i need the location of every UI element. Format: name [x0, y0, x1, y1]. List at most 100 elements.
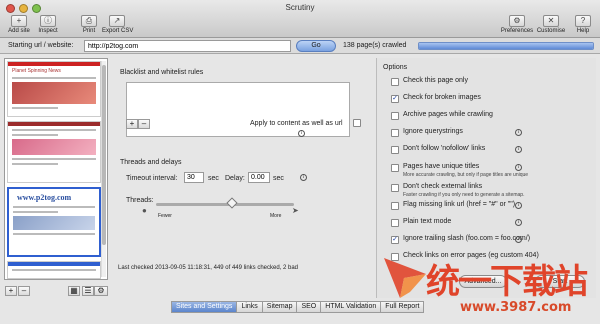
go-button[interactable]: Go — [296, 40, 336, 52]
info-icon[interactable]: i — [515, 236, 522, 243]
url-bar: Starting url / website: Go 138 page(s) c… — [0, 38, 600, 54]
preferences-button[interactable]: ⚙ Preferences — [500, 15, 534, 38]
threads-slider-knob[interactable] — [226, 197, 238, 209]
help-button[interactable]: ? Help — [568, 15, 598, 38]
help-icon: ? — [575, 15, 591, 27]
option-checkbox[interactable] — [391, 164, 399, 172]
fewer-label: Fewer — [158, 213, 172, 219]
preferences-icon: ⚙ — [509, 15, 525, 27]
title-toolbar: Scrutiny + Add site ⓘ Inspect ⎙ Print ↗ … — [0, 0, 600, 38]
tab-links[interactable]: Links — [237, 301, 263, 313]
option-checkbox[interactable] — [391, 202, 399, 210]
info-icon[interactable]: i — [300, 174, 307, 181]
export-csv-button[interactable]: ↗ Export CSV — [102, 15, 133, 38]
option-hint: Faster crawling if you only need to gene… — [403, 192, 525, 198]
option-checkbox[interactable] — [391, 78, 399, 86]
option-label: Archive pages while crawling — [403, 111, 493, 118]
option-label: Check for broken images — [403, 94, 481, 101]
option-hint: More accurate crawling, but only if page… — [403, 172, 529, 178]
sidebar-scroll-thumb[interactable] — [102, 65, 106, 245]
info-icon[interactable]: i — [515, 146, 522, 153]
option-checkbox[interactable] — [391, 146, 399, 154]
option-label: Pages have unique titles — [403, 163, 480, 170]
option-label: Plain text mode — [403, 218, 452, 225]
option-checkbox[interactable] — [391, 219, 399, 227]
delay-label: Delay: — [225, 175, 245, 182]
option-checkbox[interactable] — [391, 129, 399, 137]
threads-slider[interactable] — [156, 197, 294, 209]
add-site-button[interactable]: + Add site — [4, 15, 34, 38]
watermark-text: 统一下载站 — [426, 262, 588, 302]
crawl-progress-fill — [419, 43, 593, 49]
site-thumbnail[interactable] — [7, 261, 101, 279]
apply-content-label: Apply to content as well as url — [250, 120, 343, 127]
option-label: Ignore trailing slash (foo.com = foo.com… — [403, 235, 531, 242]
info-icon[interactable]: i — [515, 219, 522, 226]
info-icon[interactable]: i — [515, 164, 522, 171]
option-checkbox[interactable]: ✓ — [391, 95, 399, 103]
remove-site-small-button[interactable]: – — [18, 286, 30, 296]
watermark: 统一下载站 www.3987.com — [380, 248, 600, 324]
site-thumbnail[interactable] — [7, 121, 101, 183]
option-label: Check this page only — [403, 77, 468, 84]
delay-input[interactable] — [248, 172, 270, 183]
thumbnail-image — [13, 216, 95, 230]
tools-icon: ✕ — [543, 15, 559, 27]
add-site-small-button[interactable]: + — [5, 286, 17, 296]
option-checkbox[interactable] — [391, 112, 399, 120]
info-icon[interactable]: i — [298, 130, 305, 137]
thumbnail-image — [12, 82, 96, 104]
download-site-logo — [384, 258, 426, 298]
option-label: Don't follow 'nofollow' links — [403, 145, 486, 152]
help-label: Help — [576, 28, 590, 34]
gear-menu-icon[interactable]: ⚙ — [94, 286, 108, 296]
blacklist-rules-list[interactable] — [126, 82, 350, 137]
options-heading: Options — [383, 64, 408, 71]
customise-button[interactable]: ✕ Customise — [536, 15, 566, 38]
watermark-url: www.3987.com — [460, 300, 572, 315]
blacklist-heading: Blacklist and whitelist rules — [120, 69, 204, 76]
thumbnail-image — [12, 139, 96, 155]
tab-sitemap[interactable]: Sitemap — [262, 301, 298, 313]
print-button[interactable]: ⎙ Print — [74, 15, 104, 38]
preferences-label: Preferences — [500, 28, 534, 34]
starting-url-input[interactable] — [84, 40, 291, 52]
site-thumbnail[interactable]: Planet Spinning News — [7, 61, 101, 117]
site-thumbnail-title: www.p2tog.com — [17, 193, 72, 202]
timeout-unit: sec — [208, 175, 219, 182]
tab-html-validation[interactable]: HTML Validation — [321, 301, 382, 313]
print-icon: ⎙ — [81, 15, 97, 27]
timeout-input[interactable] — [184, 172, 204, 183]
threads-label: Threads: — [126, 197, 154, 204]
sites-sidebar: Planet Spinning News www.p2tog.com — [4, 58, 108, 280]
tab-sites-and-settings[interactable]: Sites and Settings — [171, 301, 238, 313]
inspect-label: Inspect — [38, 28, 58, 34]
crawl-progress-bar — [418, 42, 594, 50]
sidebar-scrollbar[interactable] — [101, 61, 106, 277]
more-label: More — [270, 213, 282, 219]
inspect-button[interactable]: ⓘ Inspect — [33, 15, 63, 38]
remove-rule-button[interactable]: – — [138, 119, 150, 129]
hare-icon: ➤ — [292, 206, 299, 215]
delay-unit: sec — [273, 175, 284, 182]
site-thumbnail-selected[interactable]: www.p2tog.com — [7, 187, 101, 257]
threads-heading: Threads and delays — [120, 159, 182, 166]
tab-seo[interactable]: SEO — [297, 301, 322, 313]
tortoise-icon: ● — [142, 206, 147, 215]
last-checked-status: Last checked 2013-09-05 11:18:31, 449 of… — [118, 265, 299, 271]
grid-view-icon[interactable]: ▦ — [68, 286, 80, 296]
customise-label: Customise — [536, 28, 566, 34]
add-rule-button[interactable]: + — [126, 119, 138, 129]
info-icon[interactable]: i — [515, 202, 522, 209]
option-checkbox[interactable] — [391, 184, 399, 192]
window-title: Scrutiny — [285, 3, 315, 12]
pages-crawled-count: 138 page(s) crawled — [343, 42, 407, 49]
apply-content-checkbox[interactable] — [353, 119, 361, 127]
site-thumbnail-title: Planet Spinning News — [12, 68, 61, 74]
info-icon[interactable]: i — [515, 129, 522, 136]
list-view-icon[interactable]: ☰ — [82, 286, 94, 296]
export-icon: ↗ — [109, 15, 125, 27]
option-label: Ignore querystrings — [403, 128, 463, 135]
starting-url-label: Starting url / website: — [8, 42, 74, 49]
option-checkbox[interactable]: ✓ — [391, 236, 399, 244]
